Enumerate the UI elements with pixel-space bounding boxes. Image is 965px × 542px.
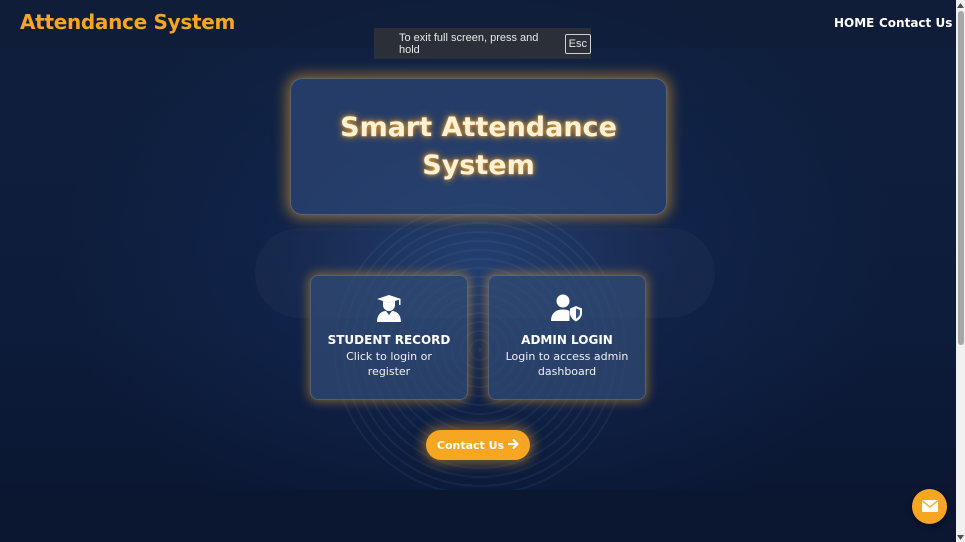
nav-home-link[interactable]: HOME — [834, 16, 874, 30]
mail-floating-button[interactable] — [912, 489, 947, 524]
scroll-up-arrow-icon[interactable] — [956, 0, 965, 10]
arrow-right-icon — [507, 438, 519, 452]
vertical-scrollbar[interactable] — [956, 0, 965, 542]
mail-icon — [921, 497, 938, 516]
fullscreen-exit-notice: To exit full screen, press and hold Esc — [374, 28, 591, 59]
nav-contact-link[interactable]: Contact Us — [879, 16, 952, 30]
student-record-card[interactable]: STUDENT RECORD Click to login or registe… — [310, 275, 468, 400]
scroll-down-arrow-icon[interactable] — [956, 532, 965, 542]
student-record-description: Click to login or register — [346, 350, 432, 378]
contact-us-label: Contact Us — [436, 438, 505, 452]
admin-shield-icon — [488, 294, 646, 324]
scrollbar-thumb[interactable] — [958, 11, 964, 345]
contact-us-button[interactable]: Contact Us — [426, 430, 530, 460]
admin-login-description: Login to access admin dashboard — [505, 350, 629, 378]
student-record-title: STUDENT RECORD — [327, 333, 451, 347]
admin-login-title: ADMIN LOGIN — [521, 333, 613, 347]
hero-title-card: Smart Attendance System — [290, 78, 667, 215]
footer-band — [0, 490, 956, 542]
admin-login-card[interactable]: ADMIN LOGIN Login to access admin dashbo… — [488, 275, 646, 400]
brand-logo-text[interactable]: Attendance System — [20, 10, 235, 34]
graduate-icon — [310, 294, 468, 324]
fullscreen-notice-text: To exit full screen, press and hold — [399, 31, 539, 56]
page-background: Attendance System HOME Contact Us To exi… — [0, 0, 956, 542]
esc-key-badge: Esc — [564, 33, 591, 54]
hero-title: Smart Attendance System — [340, 111, 617, 181]
